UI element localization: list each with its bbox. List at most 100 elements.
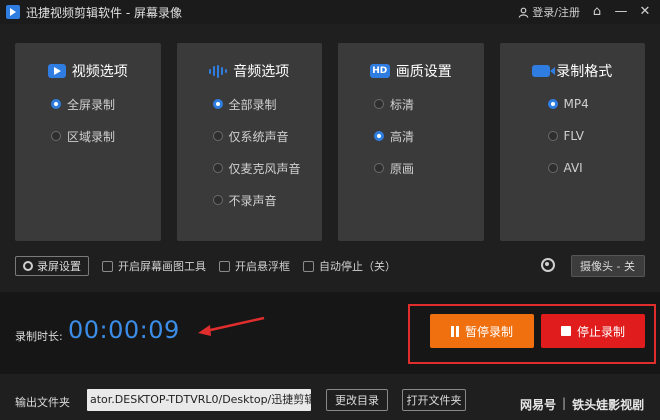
quality-option-sd[interactable]: 标清 xyxy=(374,96,414,112)
annotation-arrow-icon xyxy=(198,316,265,336)
duration-label: 录制时长: xyxy=(15,330,63,343)
radio-button[interactable] xyxy=(212,163,223,173)
option-label: 仅系统声音 xyxy=(228,129,289,144)
record-settings-button[interactable]: 录屏设置 xyxy=(15,256,89,276)
app-logo-icon xyxy=(6,5,20,19)
radio-button[interactable] xyxy=(51,99,61,109)
close-icon[interactable]: ✕ xyxy=(638,0,652,24)
video-options-header: 视频选项 xyxy=(15,61,161,81)
radio-button[interactable] xyxy=(374,99,384,109)
settings-toolbar: 录屏设置 开启屏幕画图工具 开启悬浮框 自动停止（关） 摄像头 - 关 xyxy=(15,255,645,277)
home-icon[interactable]: ⌂ xyxy=(590,0,604,24)
quality-option-hd[interactable]: 高清 xyxy=(374,128,414,144)
checkbox[interactable] xyxy=(303,260,314,272)
checkbox[interactable] xyxy=(219,260,230,272)
radio-button[interactable] xyxy=(212,131,223,141)
camera-select[interactable]: 摄像头 - 关 xyxy=(571,255,645,277)
title-bar: 迅捷视频剪辑软件 - 屏幕录像 登录/注册 ⌂ — ✕ xyxy=(0,0,660,24)
audio-option-all[interactable]: 全部录制 xyxy=(212,96,301,112)
radio-button[interactable] xyxy=(51,131,61,141)
video-options-panel: 视频选项 全屏录制 区域录制 xyxy=(15,43,161,241)
quality-settings-panel: HD 画质设置 标清 高清 原画 xyxy=(338,43,484,241)
checkbox-drawing-tool[interactable]: 开启屏幕画图工具 xyxy=(102,258,206,274)
output-bar: 输出文件夹 ator.DESKTOP-TDTVRL0/Desktop/迅捷剪辑软… xyxy=(0,374,660,420)
checkbox-floating-window[interactable]: 开启悬浮框 xyxy=(219,258,290,274)
watermark-separator: | xyxy=(562,396,567,410)
record-format-panel: 录制格式 MP4 FLV AVI xyxy=(499,43,646,241)
record-settings-label: 录屏设置 xyxy=(37,260,81,273)
pause-recording-button[interactable]: 暂停录制 xyxy=(430,314,534,348)
user-icon xyxy=(518,7,529,18)
radio-button[interactable] xyxy=(374,131,384,141)
option-label: 仅麦克风声音 xyxy=(228,161,301,176)
video-options-title: 视频选项 xyxy=(71,64,128,80)
checkbox-label: 开启屏幕画图工具 xyxy=(118,260,206,273)
quality-options-list: 标清 高清 原画 xyxy=(374,96,414,192)
audio-options-header: 音频选项 xyxy=(177,61,323,81)
audio-option-none[interactable]: 不录声音 xyxy=(212,192,301,208)
watermark: 网易号 | 铁头娃影视剧 xyxy=(520,396,644,413)
option-label: 区域录制 xyxy=(67,129,116,144)
option-label: 全屏录制 xyxy=(67,97,116,112)
format-option-avi[interactable]: AVI xyxy=(547,160,589,176)
hd-icon: HD xyxy=(369,64,390,78)
window-title: 迅捷视频剪辑软件 - 屏幕录像 xyxy=(26,5,182,20)
record-format-title: 录制格式 xyxy=(556,64,613,80)
radio-button[interactable] xyxy=(547,131,558,141)
checkbox-auto-stop[interactable]: 自动停止（关） xyxy=(303,258,396,274)
checkbox-label: 自动停止（关） xyxy=(319,260,396,273)
option-label: 全部录制 xyxy=(228,97,277,112)
checkbox-label: 开启悬浮框 xyxy=(235,260,290,273)
audio-options-list: 全部录制 仅系统声音 仅麦克风声音 不录声音 xyxy=(212,96,301,224)
audio-wave-icon xyxy=(209,64,228,78)
audio-options-panel: 音频选项 全部录制 仅系统声音 仅麦克风声音 不录声音 xyxy=(176,43,323,241)
video-camera-icon xyxy=(532,65,556,77)
option-label: 原画 xyxy=(390,161,415,176)
minimize-icon[interactable]: — xyxy=(614,0,628,24)
video-options-list: 全屏录制 区域录制 xyxy=(51,96,115,160)
change-directory-button[interactable]: 更改目录 xyxy=(326,389,388,411)
recording-panel: 录制时长: 00:00:09 暂停录制 停止录制 xyxy=(0,292,660,374)
login-register-link[interactable]: 登录/注册 xyxy=(518,4,580,20)
gear-icon xyxy=(23,261,33,271)
format-option-flv[interactable]: FLV xyxy=(547,128,589,144)
option-label: 不录声音 xyxy=(228,193,277,208)
format-option-mp4[interactable]: MP4 xyxy=(547,96,589,112)
stop-recording-label: 停止录制 xyxy=(576,324,625,339)
video-option-region[interactable]: 区域录制 xyxy=(51,128,115,144)
radio-button[interactable] xyxy=(547,163,558,173)
output-folder-label: 输出文件夹 xyxy=(15,396,70,409)
audio-options-title: 音频选项 xyxy=(233,64,290,80)
watermark-source: 网易号 xyxy=(520,398,557,412)
audio-option-microphone[interactable]: 仅麦克风声音 xyxy=(212,160,301,176)
stop-icon xyxy=(560,326,571,336)
options-panels: 视频选项 全屏录制 区域录制 音频选项 全部录制 仅系统声音 仅麦克风声音 不录… xyxy=(15,43,645,241)
option-label: AVI xyxy=(563,161,583,175)
radio-button[interactable] xyxy=(212,99,223,109)
pause-recording-label: 暂停录制 xyxy=(464,324,513,339)
radio-button[interactable] xyxy=(547,99,558,109)
checkbox[interactable] xyxy=(102,260,113,272)
video-icon xyxy=(47,64,66,78)
login-register-label: 登录/注册 xyxy=(532,6,580,19)
open-folder-button[interactable]: 打开文件夹 xyxy=(402,389,466,411)
stop-recording-button[interactable]: 停止录制 xyxy=(541,314,645,348)
quality-settings-title: 画质设置 xyxy=(395,64,452,80)
option-label: FLV xyxy=(563,129,584,143)
webcam-icon xyxy=(541,258,555,272)
audio-option-system[interactable]: 仅系统声音 xyxy=(212,128,301,144)
record-format-header: 录制格式 xyxy=(500,61,646,81)
quality-option-original[interactable]: 原画 xyxy=(374,160,414,176)
option-label: 标清 xyxy=(390,97,415,112)
camera-select-value: 摄像头 - 关 xyxy=(580,260,635,273)
format-options-list: MP4 FLV AVI xyxy=(547,96,589,192)
radio-button[interactable] xyxy=(374,163,384,173)
option-label: 高清 xyxy=(390,129,415,144)
video-option-fullscreen[interactable]: 全屏录制 xyxy=(51,96,115,112)
title-bar-controls: 登录/注册 ⌂ — ✕ xyxy=(518,0,652,24)
quality-settings-header: HD 画质设置 xyxy=(338,61,484,81)
duration-timer: 00:00:09 xyxy=(68,316,180,344)
radio-button[interactable] xyxy=(212,195,223,205)
output-path-field[interactable]: ator.DESKTOP-TDTVRL0/Desktop/迅捷剪辑软件 xyxy=(87,389,311,411)
pause-icon xyxy=(450,325,459,337)
